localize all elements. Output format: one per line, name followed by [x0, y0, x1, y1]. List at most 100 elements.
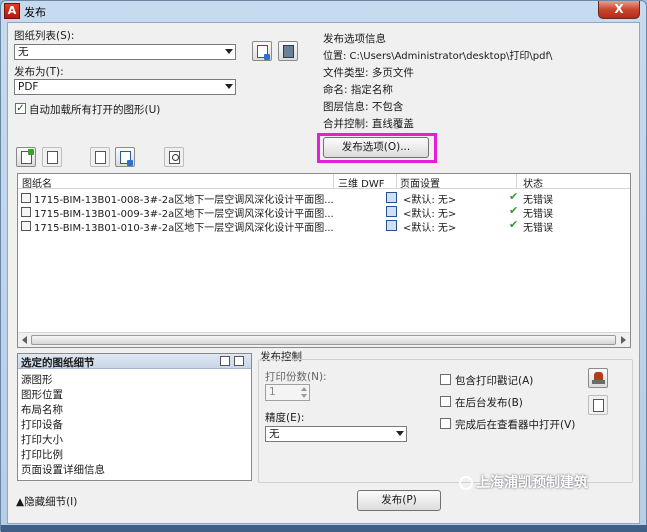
- collapse-icon[interactable]: [234, 356, 244, 366]
- sheet-name: 1715-BIM-13B01-010-3#-2a区地下一层空调风深化设计平面图.…: [34, 223, 334, 234]
- dialog-client: 图纸列表(S): 无 发布为(T): PDF ✓ 自动加载所有打开的图形(U) …: [7, 22, 640, 524]
- status-ok-icon: ✔: [509, 204, 519, 217]
- detail-plot-size: 打印大小: [21, 434, 63, 446]
- page-setup-icon: [386, 192, 397, 203]
- detail-page-setup-info: 页面设置详细信息: [21, 464, 105, 476]
- col-page-setup[interactable]: 页面设置: [400, 175, 440, 190]
- sheet-table: 图纸名 三维 DWF 页面设置 状态 1715-BIM-13B01-008-3#…: [17, 173, 631, 348]
- column-divider[interactable]: [396, 174, 397, 188]
- details-header: 选定的图纸细节: [18, 354, 251, 369]
- sheet-name: 1715-BIM-13B01-009-3#-2a区地下一层空调风深化设计平面图.…: [34, 209, 334, 220]
- sheet-icon: [21, 193, 31, 203]
- stamp-base-icon: [592, 380, 605, 384]
- page-setup-icon: [386, 220, 397, 231]
- add-sheets-button[interactable]: [16, 147, 36, 167]
- col-3d-dwf[interactable]: 三维 DWF: [338, 175, 385, 190]
- autocad-app-icon: A: [4, 3, 20, 19]
- sheet-list-select[interactable]: 无: [14, 44, 236, 60]
- sheet-list-value: 无: [18, 46, 29, 58]
- publish-to-label: 发布为(T):: [14, 66, 64, 78]
- chevron-down-icon: [396, 431, 404, 436]
- options-info-heading: 发布选项信息: [323, 33, 386, 45]
- include-stamp-label: 包含打印戳记(A): [455, 375, 534, 387]
- preview-button[interactable]: [164, 147, 184, 167]
- precision-select[interactable]: 无: [265, 426, 407, 442]
- spin-up-icon[interactable]: [301, 387, 307, 391]
- move-down-icon: [120, 151, 133, 166]
- options-layer-info: 图层信息: 不包含: [323, 101, 404, 113]
- detail-source-drawing: 源图形: [21, 374, 53, 386]
- folder-open-icon: [257, 45, 270, 60]
- page-setup-icon: [386, 206, 397, 217]
- open-viewer-label: 完成后在查看器中打开(V): [455, 419, 576, 431]
- status-text: 无错误: [523, 195, 553, 206]
- sheet-details-panel: 选定的图纸细节 源图形 图形位置 布局名称 打印设备 打印大小 打印比例 页面设…: [17, 353, 252, 481]
- add-sheet-icon: [21, 149, 34, 164]
- spin-down-icon[interactable]: [301, 394, 307, 398]
- sheet-icon: [21, 221, 31, 231]
- title-bar: A 发布 X: [1, 1, 646, 21]
- stamp-settings-button[interactable]: [588, 368, 608, 388]
- options-location: 位置: C:\Users\Administrator\desktop\打印\pd…: [323, 51, 553, 62]
- column-divider[interactable]: [333, 174, 334, 188]
- column-divider[interactable]: [516, 174, 517, 188]
- copy-details-icon[interactable]: [220, 356, 230, 366]
- col-sheet-name[interactable]: 图纸名: [22, 175, 52, 190]
- options-naming: 命名: 指定名称: [323, 84, 393, 96]
- move-up-button[interactable]: [90, 147, 110, 167]
- precision-value: 无: [269, 428, 280, 440]
- watermark-text: 上海浦凯预制建筑: [476, 475, 588, 491]
- copies-value: 1: [269, 386, 276, 398]
- status-text: 无错误: [523, 223, 553, 234]
- detail-drawing-location: 图形位置: [21, 389, 63, 401]
- copies-label: 打印份数(N):: [265, 371, 327, 383]
- detail-plot-scale: 打印比例: [21, 449, 63, 461]
- move-down-button[interactable]: [115, 147, 135, 167]
- page-setup-value[interactable]: <默认: 无>: [403, 191, 456, 206]
- auto-load-checkbox[interactable]: ✓: [15, 103, 26, 114]
- window-title: 发布: [24, 6, 46, 19]
- sheet-name: 1715-BIM-13B01-008-3#-2a区地下一层空调风深化设计平面图.…: [34, 195, 334, 206]
- detail-layout-name: 布局名称: [21, 404, 63, 416]
- close-button[interactable]: X: [598, 1, 640, 19]
- chevron-down-icon: [225, 84, 233, 89]
- hide-details-toggle[interactable]: ▲隐藏细节(I): [16, 494, 77, 509]
- status-text: 无错误: [523, 209, 553, 220]
- copies-spinner[interactable]: 1: [265, 384, 310, 401]
- watermark: 上海浦凯预制建筑: [459, 466, 637, 500]
- publish-to-select[interactable]: PDF: [14, 79, 236, 95]
- stamp-icon: [594, 372, 603, 380]
- save-icon: [283, 45, 294, 58]
- publish-options-button[interactable]: 发布选项(O)...: [323, 137, 429, 158]
- chevron-down-icon: [225, 49, 233, 54]
- options-file-type: 文件类型: 多页文件: [323, 67, 414, 79]
- export-settings-button[interactable]: [588, 395, 608, 415]
- scroll-left-icon[interactable]: [22, 336, 27, 344]
- sheet-list-label: 图纸列表(S):: [14, 30, 75, 42]
- table-row[interactable]: 1715-BIM-13B01-008-3#-2a区地下一层空调风深化设计平面图.…: [18, 190, 630, 206]
- include-stamp-checkbox[interactable]: [440, 374, 451, 385]
- detail-plot-device: 打印设备: [21, 419, 63, 431]
- wechat-icon: [459, 476, 473, 490]
- export-icon: [593, 399, 604, 412]
- move-up-icon: [95, 151, 106, 164]
- col-status[interactable]: 状态: [523, 175, 543, 190]
- page-setup-value[interactable]: <默认: 无>: [403, 219, 456, 234]
- publish-dialog: A 发布 X 图纸列表(S): 无 发布为(T): PDF ✓ 自动加载所有打开…: [0, 0, 647, 532]
- scroll-right-icon[interactable]: [621, 336, 626, 344]
- table-row[interactable]: 1715-BIM-13B01-010-3#-2a区地下一层空调风深化设计平面图.…: [18, 218, 630, 234]
- page-setup-value[interactable]: <默认: 无>: [403, 205, 456, 220]
- horizontal-scrollbar[interactable]: [18, 332, 630, 347]
- remove-sheets-button[interactable]: [42, 147, 62, 167]
- open-viewer-checkbox[interactable]: [440, 418, 451, 429]
- save-sheet-list-button[interactable]: [278, 41, 298, 61]
- status-ok-icon: ✔: [509, 190, 519, 203]
- sheet-icon: [21, 207, 31, 217]
- load-sheet-list-button[interactable]: [252, 41, 272, 61]
- background-publish-checkbox[interactable]: [440, 396, 451, 407]
- status-ok-icon: ✔: [509, 218, 519, 231]
- table-row[interactable]: 1715-BIM-13B01-009-3#-2a区地下一层空调风深化设计平面图.…: [18, 204, 630, 220]
- scroll-thumb[interactable]: [31, 335, 616, 345]
- publish-button[interactable]: 发布(P): [357, 490, 441, 511]
- options-merge-control: 合并控制: 直线覆盖: [323, 118, 414, 130]
